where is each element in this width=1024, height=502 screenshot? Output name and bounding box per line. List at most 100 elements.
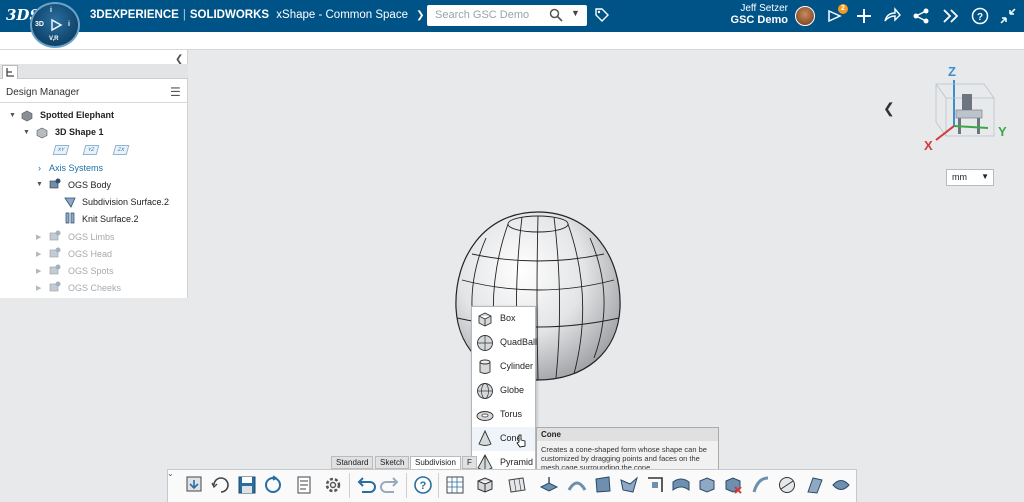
tree-item-cheeks[interactable]: OGS Cheeks [68,283,121,293]
properties-icon[interactable] [294,474,316,496]
app-name: SOLIDWORKS [189,9,270,21]
view-cube[interactable]: Z X Y [922,64,1010,156]
add-icon[interactable] [855,7,873,25]
grid-icon[interactable] [444,474,466,496]
primitive-box-icon[interactable] [474,474,496,496]
menu-item-box[interactable]: Box [472,307,535,331]
plane-xy-icon[interactable]: XY [52,145,70,155]
sync-icon[interactable] [262,474,284,496]
axis-y-label: Y [998,124,1007,139]
tab-sketch[interactable]: Sketch [375,456,410,469]
tooltip-title: Cone [537,428,718,441]
play-icon[interactable] [49,18,63,32]
search-input[interactable]: Search GSC Demo [435,9,529,21]
tab-more[interactable]: F [462,456,477,469]
tree-item-spots[interactable]: OGS Spots [68,266,114,276]
help-icon[interactable]: ? [971,7,989,25]
menu-item-globe[interactable]: Globe [472,379,535,403]
brand-name: 3DEXPERIENCE [90,9,179,21]
quadball-icon [477,335,493,351]
hand-cursor-icon [516,434,526,448]
chevron-down-icon[interactable]: ▼ [981,172,989,181]
collapse-icon[interactable] [999,7,1017,25]
face-icon[interactable] [592,474,614,496]
compass-i: i [68,21,70,28]
tree-item-shape[interactable]: 3D Shape 1 [55,127,104,137]
plane-yz-icon[interactable]: YZ [82,145,100,155]
panel-menu-icon[interactable]: ☰ [170,85,181,99]
svg-text:?: ? [420,480,427,492]
expand-caret-icon[interactable]: ▼ [36,181,43,188]
compass-3d: 3D [35,21,44,28]
fold-icon[interactable] [618,474,640,496]
bridge-icon[interactable] [566,474,588,496]
tree-item-body[interactable]: OGS Body [68,180,111,190]
unit-select[interactable]: mm ▼ [946,169,994,186]
toolbar-divider [406,473,407,498]
surface-icon[interactable] [670,474,692,496]
extrude-face-icon[interactable] [538,474,560,496]
expand-caret-icon[interactable]: ▶ [36,233,41,241]
chevron-down-icon[interactable]: ⌄ [167,469,179,481]
user-info[interactable]: Jeff Setzer GSC Demo [730,3,788,26]
delete-element-icon[interactable] [722,474,744,496]
expand-caret-icon[interactable]: ▶ [36,250,41,258]
tooltip-body: Creates a cone-shaped form whose shape c… [541,445,707,472]
expand-caret-icon[interactable]: ▼ [9,112,16,119]
refresh-icon[interactable] [210,474,232,496]
corner-icon[interactable] [644,474,666,496]
tree-item-root[interactable]: Spotted Elephant [40,110,114,120]
expand-caret-icon[interactable]: ▼ [23,129,30,136]
globe-icon [477,383,493,399]
network-icon[interactable] [912,7,930,25]
share-arrow-icon[interactable] [883,7,901,25]
tree-item-subdivision[interactable]: Subdivision Surface.2 [82,197,169,207]
curve-icon[interactable] [750,474,772,496]
settings-icon[interactable] [322,474,344,496]
tree-item-axis-systems[interactable]: Axis Systems [49,163,103,173]
tab-standard[interactable]: Standard [331,456,374,469]
mirror-icon[interactable] [830,474,852,496]
help-icon[interactable]: ? [412,474,434,496]
tree-tab[interactable] [2,65,18,79]
tree-item-knit[interactable]: Knit Surface.2 [82,214,139,224]
expand-caret-icon[interactable]: ▶ [36,267,41,275]
tab-subdivision[interactable]: Subdivision [410,456,461,469]
cube-solid-icon[interactable] [696,474,718,496]
undo-icon[interactable] [354,474,376,496]
plane-mesh-icon[interactable] [506,474,528,496]
save-icon[interactable] [236,474,258,496]
expand-caret-icon[interactable]: ▶ [36,284,41,292]
sphere-wire-icon[interactable] [776,474,798,496]
search-dropdown-icon[interactable]: ▼ [571,8,580,18]
chevron-down-icon[interactable]: ❯ [416,10,424,21]
tree-item-head[interactable]: OGS Head [68,249,112,259]
search-box[interactable]: Search GSC Demo ▼ [427,5,587,26]
body-icon [49,281,61,292]
app-title[interactable]: 3DEXPERIENCE | SOLIDWORKS xShape - Common … [90,9,425,21]
search-icon[interactable] [549,8,563,22]
product-icon [21,110,33,122]
avatar[interactable] [795,6,815,26]
apps-icon[interactable] [942,7,960,25]
menu-item-quadball[interactable]: QuadBall [472,331,537,355]
menu-item-torus[interactable]: Torus [472,403,535,427]
tenant-name: GSC Demo [730,14,788,26]
compass[interactable]: i 3D i V,R [30,2,80,48]
unit-value: mm [952,172,967,182]
tree-item-limbs[interactable]: OGS Limbs [68,232,115,242]
cone-icon [478,429,492,446]
primitive-shape-menu: Box QuadBall Cylinder Globe Torus Cone P… [471,306,537,473]
tree-icon [6,68,14,77]
import-icon[interactable] [184,474,206,496]
thicken-icon[interactable] [804,474,826,496]
plane-zx-icon[interactable]: ZX [112,145,130,155]
expand-caret-icon[interactable]: › [38,163,41,173]
menu-item-cone[interactable]: Cone [472,427,535,451]
redo-icon[interactable] [380,474,402,496]
body-icon [49,264,61,275]
menu-item-cylinder[interactable]: Cylinder [472,355,535,379]
knit-surface-icon [65,212,75,224]
tag-icon[interactable] [594,7,610,23]
chevron-left-icon[interactable]: ❮ [883,100,895,117]
